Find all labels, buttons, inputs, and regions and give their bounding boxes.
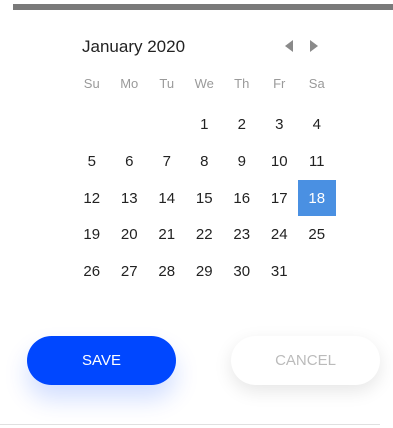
calendar-grid: Su Mo Tu We Th Fr Sa 1 2 3 4 5 6 7 8 9 10 11 12 13 14… (73, 70, 336, 290)
day-cell[interactable]: 24 (261, 216, 299, 253)
day-cell-selected[interactable]: 18 (298, 179, 336, 217)
day-cell[interactable]: 23 (223, 216, 261, 253)
day-cell[interactable]: 9 (223, 143, 261, 180)
day-cell[interactable]: 31 (261, 253, 299, 290)
day-cell[interactable]: 26 (73, 253, 111, 290)
day-cell[interactable]: 4 (298, 107, 336, 144)
day-cell[interactable]: 1 (186, 107, 224, 144)
day-cell[interactable]: 20 (111, 216, 149, 253)
empty-day-cell (148, 107, 186, 144)
day-cell[interactable]: 10 (261, 143, 299, 180)
weekday-header: Sa (308, 76, 325, 91)
day-cell[interactable]: 6 (111, 143, 149, 180)
month-title: January 2020 (82, 37, 186, 56)
bottom-divider (0, 424, 380, 425)
day-cell[interactable]: 17 (261, 180, 299, 217)
weekday-header: Fr (273, 76, 286, 91)
next-month-icon[interactable] (310, 40, 318, 52)
empty-day-cell (73, 107, 111, 144)
weekday-header: Mo (120, 76, 139, 91)
top-divider (13, 4, 393, 10)
save-button[interactable]: SAVE (27, 336, 176, 385)
day-cell[interactable]: 28 (148, 253, 186, 290)
day-cell[interactable]: 27 (111, 253, 149, 290)
day-cell[interactable]: 25 (298, 216, 336, 253)
day-cell[interactable]: 14 (148, 180, 186, 217)
day-cell[interactable]: 13 (111, 180, 149, 217)
empty-day-cell (298, 253, 336, 290)
day-cell[interactable]: 22 (186, 216, 224, 253)
day-cell[interactable]: 12 (73, 180, 111, 217)
day-cell[interactable]: 11 (298, 143, 336, 180)
weekday-header: Th (234, 76, 250, 91)
empty-day-cell (111, 107, 149, 144)
day-cell[interactable]: 7 (148, 143, 186, 180)
weekday-header: Su (83, 76, 100, 91)
day-cell[interactable]: 16 (223, 180, 261, 217)
cancel-button[interactable]: CANCEL (231, 336, 380, 385)
day-cell[interactable]: 19 (73, 216, 111, 253)
day-cell[interactable]: 15 (186, 180, 224, 217)
weekday-header: We (194, 76, 214, 91)
weekday-header: Tu (159, 76, 175, 91)
day-cell[interactable]: 3 (261, 107, 299, 144)
day-cell[interactable]: 2 (223, 107, 261, 144)
day-cell[interactable]: 5 (73, 143, 111, 180)
prev-month-icon[interactable] (285, 40, 293, 52)
day-cell[interactable]: 29 (186, 253, 224, 290)
day-cell[interactable]: 30 (223, 253, 261, 290)
day-cell[interactable]: 21 (148, 216, 186, 253)
day-cell[interactable]: 8 (186, 143, 224, 180)
